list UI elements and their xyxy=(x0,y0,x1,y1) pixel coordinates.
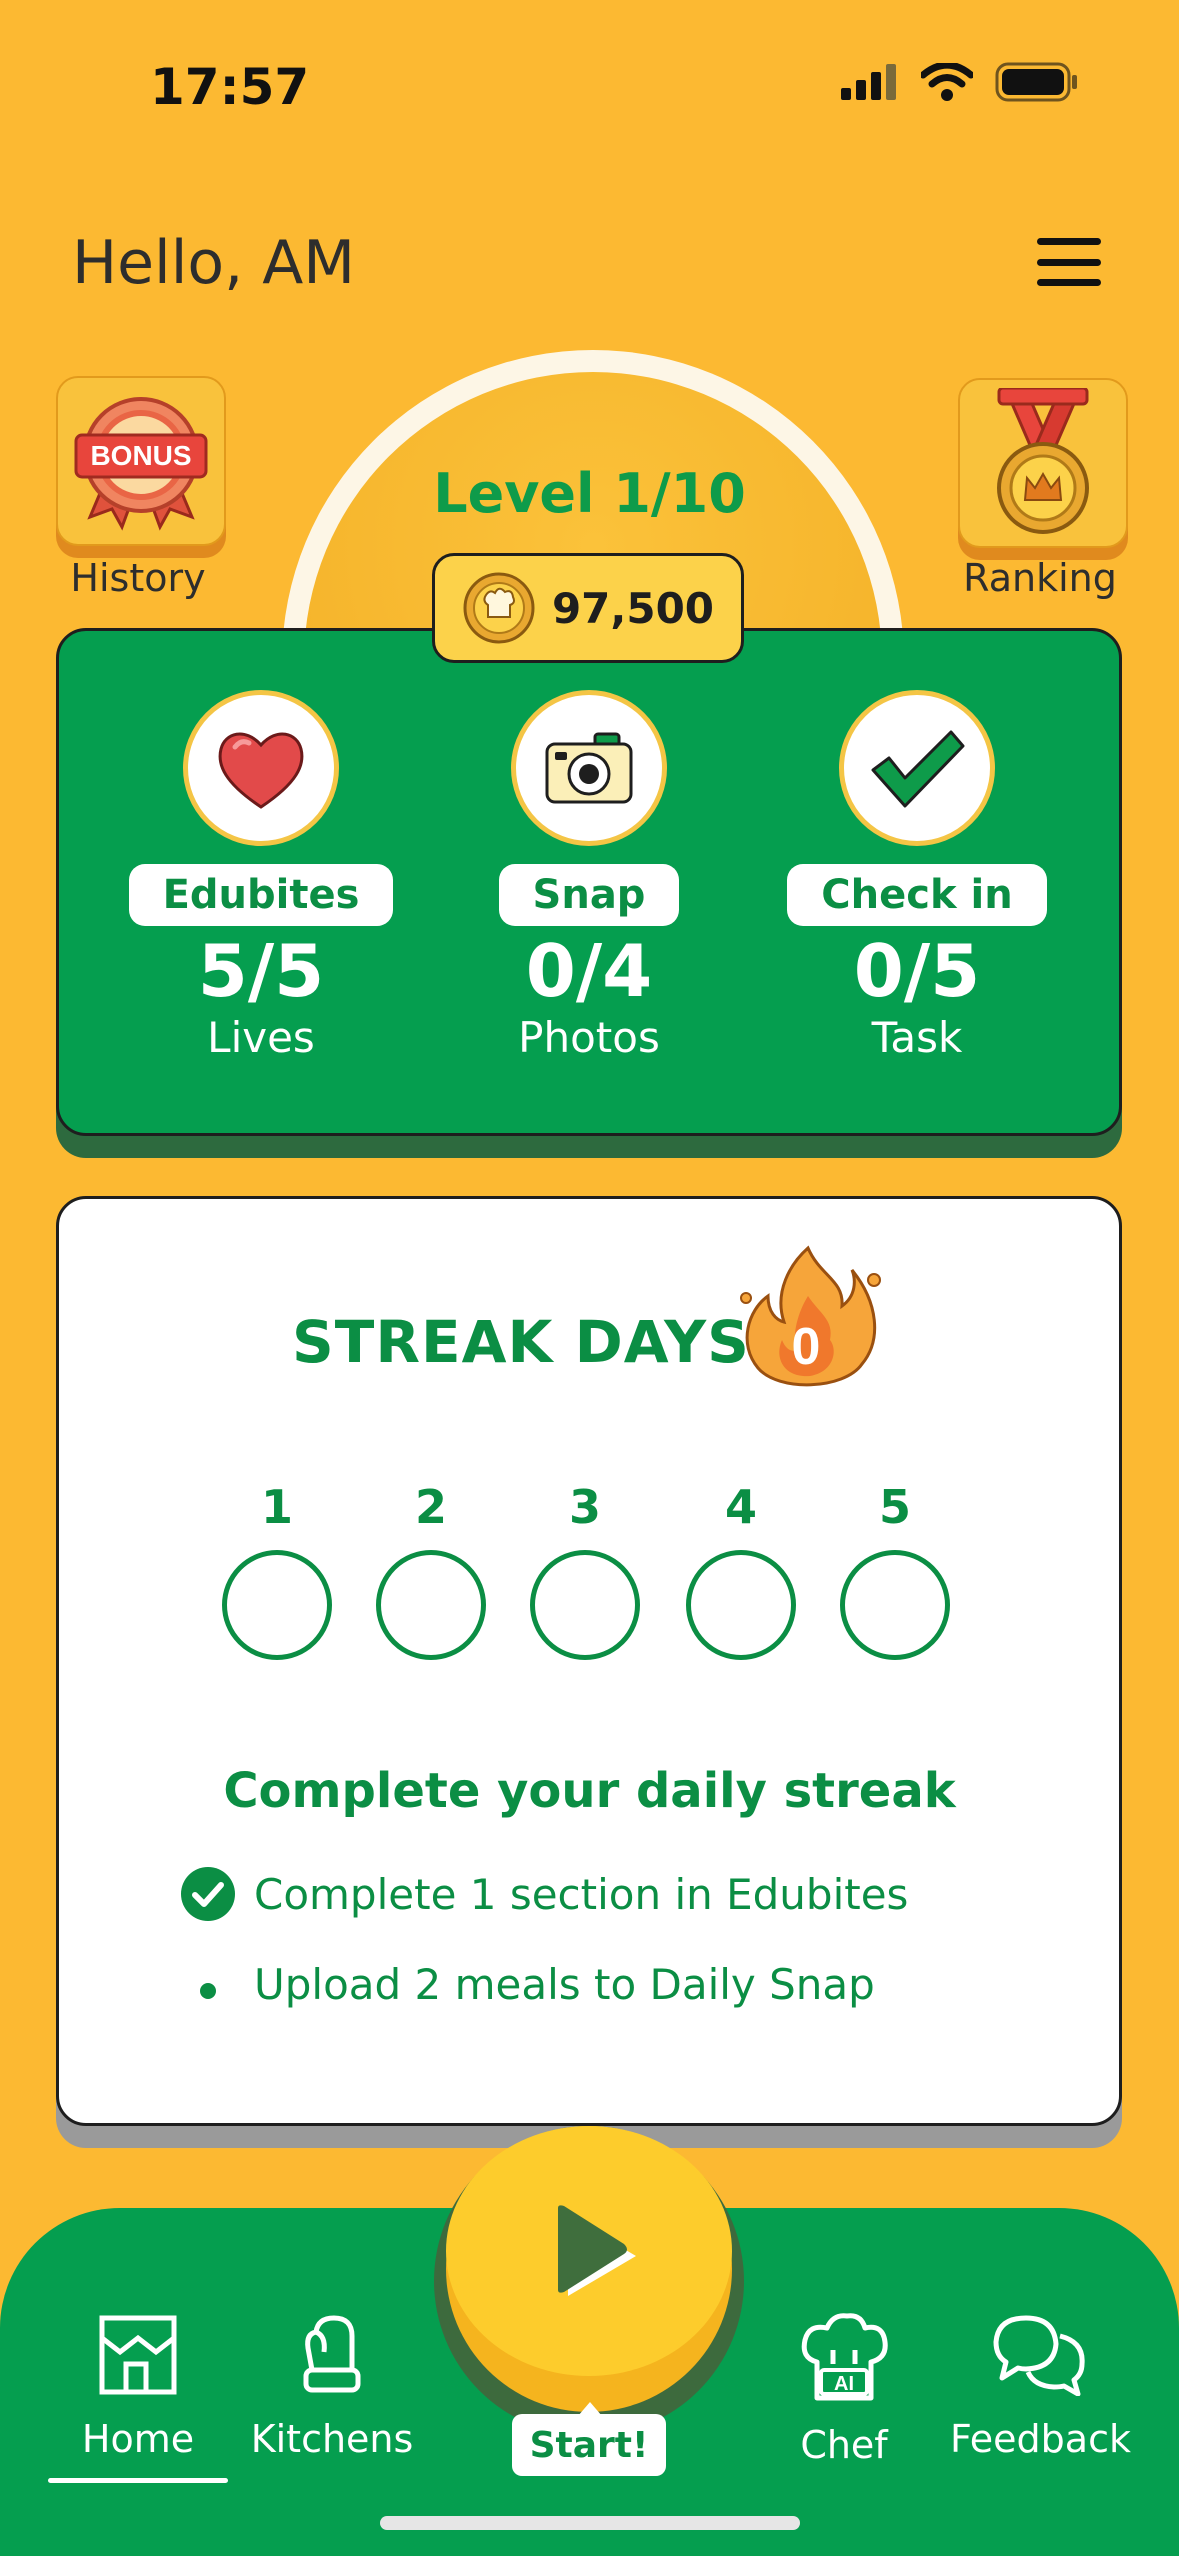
stat-checkin[interactable]: Check in 0/5 Task xyxy=(752,690,1082,1062)
nav-feedback[interactable]: Feedback xyxy=(950,2312,1131,2461)
stat-snap-circle xyxy=(511,690,667,846)
stat-snap-pill: Snap xyxy=(498,864,680,926)
stat-checkin-value: 0/5 xyxy=(853,929,981,1013)
nav-kitchens-label: Kitchens xyxy=(250,2417,414,2461)
ai-badge-text: AI xyxy=(834,2373,854,2395)
coin-balance: 97,500 xyxy=(432,553,744,663)
menu-icon-line xyxy=(1037,279,1101,286)
signal-icon xyxy=(841,64,896,100)
start-button-top[interactable] xyxy=(446,2126,732,2376)
nav-home-label: Home xyxy=(81,2417,195,2461)
streak-count: 0 xyxy=(792,1318,821,1376)
heart-icon xyxy=(218,732,304,809)
day-circle xyxy=(222,1550,332,1660)
check-circle-icon xyxy=(181,1867,235,1921)
ranking-label: Ranking xyxy=(963,556,1117,600)
stat-snap-value: 0/4 xyxy=(525,929,653,1013)
medal-icon xyxy=(997,388,1089,534)
coin-value: 97,500 xyxy=(551,583,715,633)
home-indicator xyxy=(380,2516,800,2530)
nav-chef-label: Chef xyxy=(800,2423,888,2467)
oven-mitt-icon xyxy=(303,2315,361,2393)
day-number: 1 xyxy=(260,1480,293,1534)
chat-bubbles-icon xyxy=(993,2315,1085,2397)
stat-checkin-label: Task xyxy=(871,1013,963,1063)
status-time: 17:57 xyxy=(150,58,310,116)
streak-title: STREAK DAYS xyxy=(292,1308,750,1376)
day-number: 3 xyxy=(568,1480,601,1534)
day-number: 5 xyxy=(878,1480,911,1534)
history-label: History xyxy=(70,556,206,600)
status-icons xyxy=(841,62,1079,102)
battery-icon xyxy=(995,62,1077,102)
day-circle xyxy=(376,1550,486,1660)
stat-checkin-pill: Check in xyxy=(787,864,1047,926)
stat-snap-label: Photos xyxy=(518,1013,660,1063)
start-label[interactable]: Start! xyxy=(512,2414,666,2476)
ai-chef-hat-icon: AI xyxy=(801,2313,888,2401)
bullet-icon xyxy=(180,1960,236,2009)
task-text: Complete 1 section in Edubites xyxy=(254,1869,909,1919)
bonus-badge-icon: BONUS xyxy=(74,397,208,531)
flame-icon: 0 xyxy=(734,1240,884,1402)
nav-active-indicator xyxy=(48,2478,228,2483)
day-circle xyxy=(686,1550,796,1660)
history-button[interactable]: BONUS xyxy=(56,376,226,546)
nav-feedback-label: Feedback xyxy=(950,2417,1131,2461)
chef-coin-icon xyxy=(463,572,535,644)
nav-kitchens[interactable]: Kitchens xyxy=(242,2312,422,2461)
greeting: Hello, AM xyxy=(72,228,356,298)
stat-snap[interactable]: Snap 0/4 Photos xyxy=(424,690,754,1062)
nav-home[interactable]: Home xyxy=(48,2312,228,2461)
streak-subtitle: Complete your daily streak xyxy=(223,1763,956,1819)
nav-chef[interactable]: AI Chef xyxy=(754,2312,934,2467)
day-number: 2 xyxy=(414,1480,447,1534)
menu-icon-line xyxy=(1037,258,1101,266)
menu-button[interactable] xyxy=(1037,238,1101,286)
stat-checkin-circle xyxy=(839,690,995,846)
stat-edubites[interactable]: Edubites 5/5 Lives xyxy=(96,690,426,1062)
stat-edubites-circle xyxy=(183,690,339,846)
camera-icon xyxy=(545,732,633,804)
menu-icon-line xyxy=(1037,238,1101,245)
stat-edubites-pill: Edubites xyxy=(128,864,394,926)
stat-edubites-value: 5/5 xyxy=(197,929,325,1013)
task-text: Upload 2 meals to Daily Snap xyxy=(254,1960,875,2009)
ranking-button[interactable] xyxy=(958,378,1128,548)
storefront-icon xyxy=(99,2315,177,2395)
day-number: 4 xyxy=(724,1480,757,1534)
checkmark-icon xyxy=(871,730,965,808)
task-item: Upload 2 meals to Daily Snap xyxy=(180,1960,875,2009)
wifi-icon xyxy=(921,63,973,101)
task-item: Complete 1 section in Edubites xyxy=(180,1866,908,1922)
day-circle xyxy=(530,1550,640,1660)
day-circle xyxy=(840,1550,950,1660)
stat-edubites-label: Lives xyxy=(207,1013,315,1063)
bonus-badge-text: BONUS xyxy=(90,440,191,471)
play-icon xyxy=(558,2205,636,2296)
